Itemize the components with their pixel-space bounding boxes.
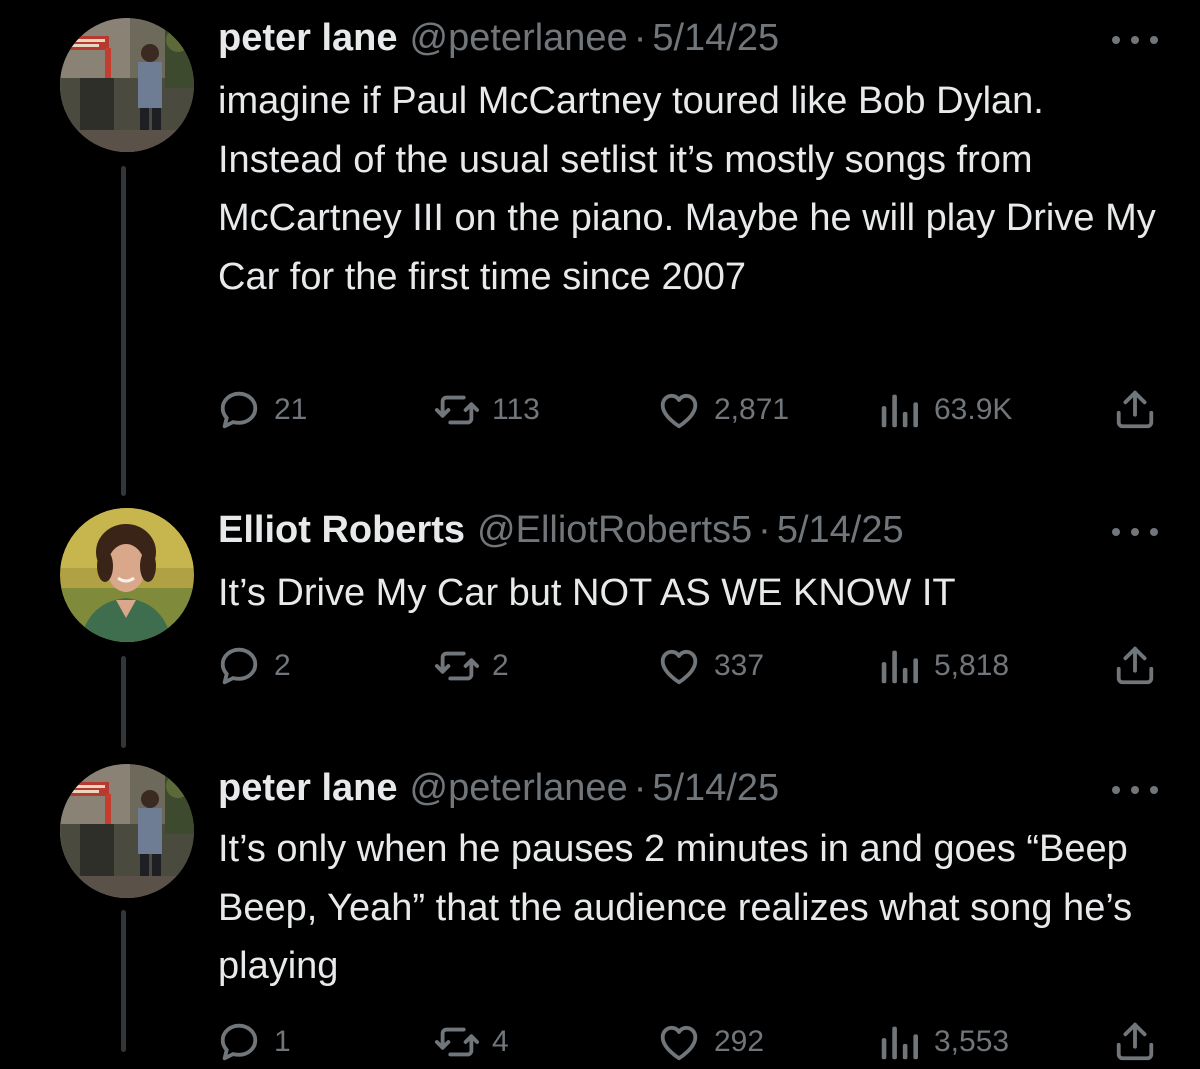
- share-icon: [1112, 1018, 1158, 1064]
- avatar[interactable]: [60, 18, 194, 152]
- more-icon[interactable]: [1112, 30, 1158, 50]
- repost-button[interactable]: 2: [434, 642, 509, 690]
- view-count: 63.9K: [934, 393, 1013, 426]
- author-handle[interactable]: @peterlanee: [410, 16, 628, 60]
- author-name[interactable]: Elliot Roberts: [218, 508, 465, 552]
- reply-count: 2: [274, 649, 291, 682]
- heart-icon: [656, 1019, 702, 1065]
- repost-icon: [434, 643, 480, 689]
- separator: ·: [633, 767, 647, 809]
- reply-icon: [216, 387, 262, 433]
- reply-icon: [216, 643, 262, 689]
- share-button[interactable]: [1112, 1018, 1158, 1069]
- reply-button[interactable]: 21: [216, 386, 307, 434]
- peter-lane-avatar-image: [60, 764, 194, 898]
- reply-icon: [216, 1019, 262, 1065]
- heart-icon: [656, 643, 702, 689]
- like-count: 292: [714, 1025, 765, 1058]
- separator: ·: [633, 17, 647, 59]
- tweet-1[interactable]: peter lane @peterlanee · 5/14/25 imagine…: [0, 0, 1200, 500]
- author-name[interactable]: peter lane: [218, 766, 398, 810]
- tweet-actions: 21 113 2,871 63.9K: [0, 386, 1200, 434]
- share-icon: [1112, 642, 1158, 688]
- tweet-date[interactable]: 5/14/25: [652, 16, 779, 60]
- author-handle[interactable]: @ElliotRoberts5: [477, 508, 752, 552]
- views-icon: [876, 387, 922, 433]
- views-button[interactable]: 5,818: [876, 642, 1009, 690]
- tweet-header: peter lane @peterlanee · 5/14/25: [218, 16, 779, 60]
- repost-count: 2: [492, 649, 509, 682]
- heart-icon: [656, 387, 702, 433]
- author-name[interactable]: peter lane: [218, 16, 398, 60]
- repost-icon: [434, 387, 480, 433]
- tweet-date[interactable]: 5/14/25: [777, 508, 904, 552]
- separator: ·: [758, 509, 771, 551]
- share-icon: [1112, 386, 1158, 432]
- views-button[interactable]: 3,553: [876, 1018, 1009, 1066]
- views-icon: [876, 643, 922, 689]
- peter-lane-avatar-image: [60, 18, 194, 152]
- more-icon[interactable]: [1112, 780, 1158, 800]
- reply-button[interactable]: 2: [216, 642, 291, 690]
- more-icon[interactable]: [1112, 522, 1158, 542]
- reply-button[interactable]: 1: [216, 1018, 291, 1066]
- tweet-text: It’s Drive My Car but NOT AS WE KNOW IT: [218, 572, 956, 614]
- like-button[interactable]: 337: [656, 642, 764, 690]
- like-button[interactable]: 292: [656, 1018, 764, 1066]
- share-button[interactable]: [1112, 642, 1158, 693]
- tweet-3[interactable]: peter lane @peterlanee · 5/14/25 It’s on…: [0, 760, 1200, 1052]
- like-count: 2,871: [714, 393, 790, 426]
- tweet-text: It’s only when he pauses 2 minutes in an…: [218, 828, 1133, 987]
- avatar[interactable]: [60, 764, 194, 898]
- like-count: 337: [714, 649, 765, 682]
- view-count: 5,818: [934, 649, 1010, 682]
- repost-button[interactable]: 4: [434, 1018, 509, 1066]
- views-button[interactable]: 63.9K: [876, 386, 1012, 434]
- views-icon: [876, 1019, 922, 1065]
- repost-icon: [434, 1019, 480, 1065]
- tweet-date[interactable]: 5/14/25: [652, 766, 779, 810]
- repost-count: 4: [492, 1025, 509, 1058]
- tweet-header: Elliot Roberts @ElliotRoberts5 · 5/14/25: [218, 508, 904, 552]
- author-handle[interactable]: @peterlanee: [410, 766, 628, 810]
- repost-button[interactable]: 113: [434, 386, 540, 434]
- reply-count: 21: [274, 393, 308, 426]
- share-button[interactable]: [1112, 386, 1158, 437]
- tweet-text: imagine if Paul McCartney toured like Bo…: [218, 80, 1156, 298]
- thread-line: [121, 166, 126, 496]
- like-button[interactable]: 2,871: [656, 386, 789, 434]
- tweet-2[interactable]: Elliot Roberts @ElliotRoberts5 · 5/14/25…: [0, 500, 1200, 760]
- tweet-actions: 1 4 292 3,553: [0, 1018, 1200, 1066]
- reply-count: 1: [274, 1025, 291, 1058]
- elliot-roberts-avatar-image: [60, 508, 194, 642]
- tweet-header: peter lane @peterlanee · 5/14/25: [218, 766, 779, 810]
- avatar[interactable]: [60, 508, 194, 642]
- repost-count: 113: [492, 393, 540, 426]
- tweet-actions: 2 2 337 5,818: [0, 642, 1200, 690]
- view-count: 3,553: [934, 1025, 1010, 1058]
